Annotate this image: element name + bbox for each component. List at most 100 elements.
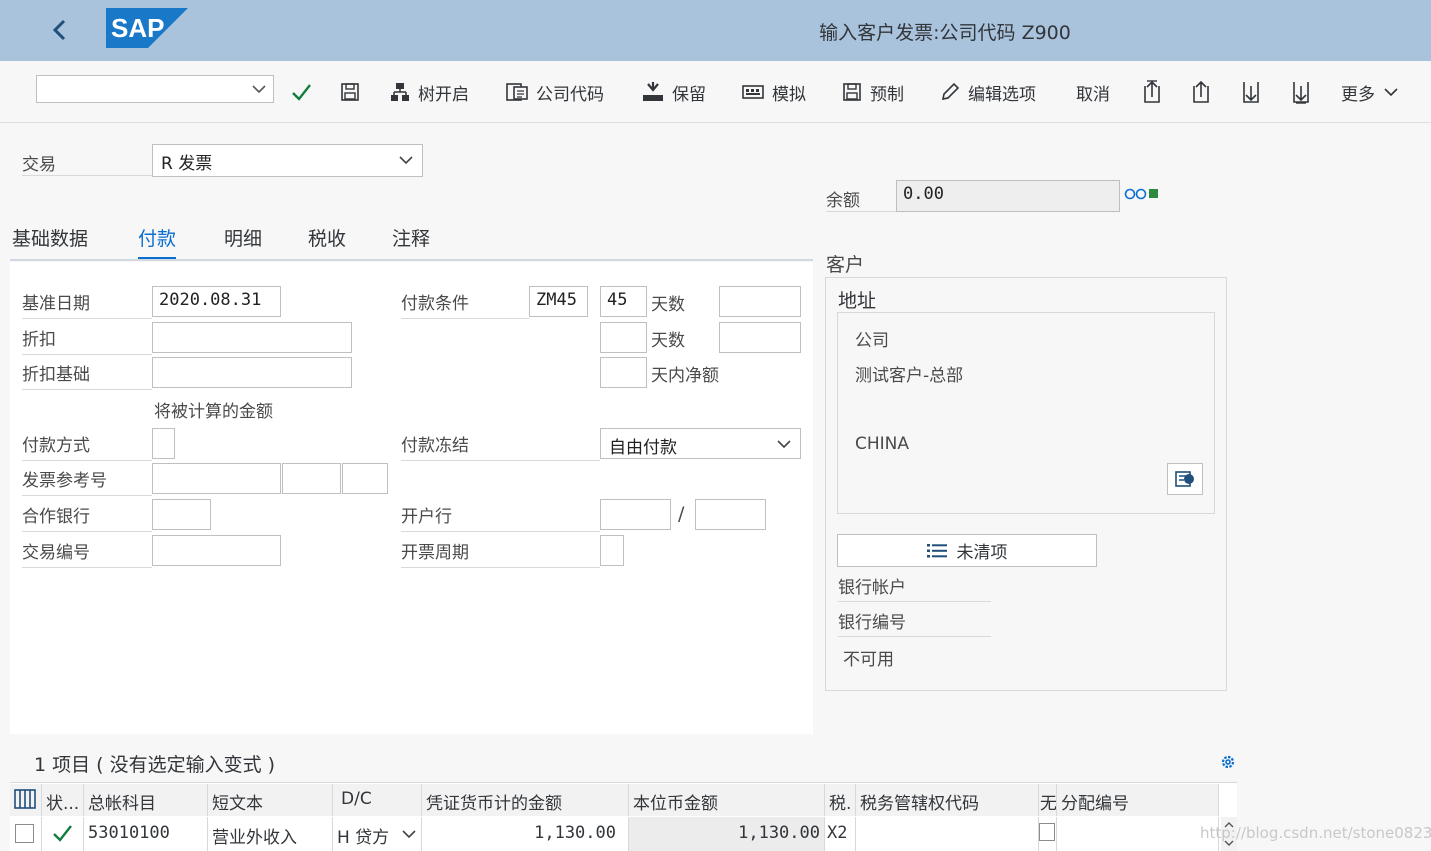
company-code-button[interactable]: 公司代码	[506, 79, 604, 105]
tab-tax[interactable]: 税收	[308, 224, 346, 260]
row-status-check-icon	[42, 817, 84, 851]
tab-payment[interactable]: 付款	[138, 224, 177, 260]
tab-basic-data[interactable]: 基础数据	[12, 224, 88, 260]
tab-divider	[10, 259, 813, 261]
transaction-label: 交易	[22, 146, 152, 176]
days2-field[interactable]	[600, 322, 647, 353]
baseline-date-field[interactable]: 2020.08.31	[152, 286, 281, 317]
discount-base-label: 折扣基础	[22, 360, 152, 390]
enter-button[interactable]	[290, 79, 312, 105]
simulate-button[interactable]: 模拟	[742, 79, 806, 105]
row-tax-code[interactable]: X2	[825, 817, 856, 851]
pencil-icon	[941, 82, 960, 101]
col-amount-local[interactable]: 本位币金额	[629, 784, 825, 816]
row-assignment[interactable]	[1057, 817, 1219, 851]
row-dc-value: H 贷方	[337, 828, 390, 848]
next-page-button[interactable]	[1240, 79, 1262, 105]
discount-field[interactable]	[152, 322, 352, 353]
house-bank-field[interactable]	[600, 499, 671, 530]
save-button[interactable]	[340, 79, 360, 105]
address-label: 地址	[838, 290, 877, 312]
chevron-down-icon	[1384, 88, 1398, 97]
settings-gear-icon[interactable]	[1219, 753, 1237, 776]
transaction-no-field[interactable]	[152, 535, 281, 566]
previous-page-button[interactable]	[1190, 79, 1212, 105]
next-page-icon	[1243, 82, 1259, 103]
chevron-down-icon[interactable]	[251, 78, 267, 104]
company-code-label: 公司代码	[536, 84, 604, 105]
open-items-button[interactable]: 未清项	[837, 534, 1097, 567]
percent2-field[interactable]	[719, 322, 801, 353]
partner-bank-field[interactable]	[152, 499, 211, 530]
items-title: 1 项目 ( 没有选定输入变式 )	[34, 754, 276, 776]
save-icon	[341, 83, 359, 101]
tab-details[interactable]: 明细	[224, 224, 262, 260]
company-code-icon	[506, 83, 528, 101]
row-amount-doc[interactable]: 1,130.00	[422, 817, 629, 851]
pay-method-field[interactable]	[152, 428, 175, 459]
park-button[interactable]: 预制	[842, 79, 904, 105]
tree-on-button[interactable]: 树开启	[390, 79, 469, 105]
customer-section-label: 客户	[826, 254, 865, 276]
terms-field[interactable]: ZM45	[529, 286, 588, 317]
select-all-columns-button[interactable]	[10, 784, 42, 816]
col-short-text[interactable]: 短文本	[208, 784, 333, 816]
check-icon	[292, 84, 311, 101]
invoice-ref-year-field[interactable]	[282, 463, 341, 494]
row-no-tax-checkbox[interactable]	[1039, 817, 1057, 851]
col-no-tax[interactable]: 无	[1039, 784, 1057, 816]
row-dc-select[interactable]: H 贷方	[333, 817, 422, 851]
tab-notes[interactable]: 注释	[392, 224, 430, 260]
discount-base-field[interactable]	[152, 357, 352, 388]
col-assignment[interactable]: 分配编号	[1057, 784, 1219, 816]
billing-period-field[interactable]	[600, 535, 624, 566]
row-short-text[interactable]: 营业外收入	[208, 817, 333, 851]
discount-label: 折扣	[22, 325, 152, 355]
address-details-icon	[1175, 471, 1194, 487]
house-bank-label: 开户行	[401, 502, 600, 532]
days2-label: 天数	[651, 331, 685, 351]
first-page-button[interactable]	[1141, 79, 1163, 105]
col-jurisdiction[interactable]: 税务管辖权代码	[856, 784, 1039, 816]
open-items-label: 未清项	[956, 543, 1008, 563]
pay-method-label: 付款方式	[22, 431, 152, 461]
col-dc[interactable]: D/C	[333, 784, 422, 816]
col-amount-doc[interactable]: 凭证货币计的金额	[422, 784, 629, 816]
last-page-button[interactable]	[1290, 79, 1312, 105]
invoice-ref-field[interactable]	[152, 463, 281, 494]
invoice-ref-item-field[interactable]	[342, 463, 388, 494]
chevron-down-icon	[401, 823, 417, 847]
customer-country: CHINA	[855, 434, 910, 454]
transaction-select[interactable]: R 发票	[152, 144, 423, 177]
hold-button[interactable]: 保留	[642, 79, 706, 105]
customer-title: 公司	[855, 331, 889, 351]
simulate-label: 模拟	[772, 84, 806, 105]
column-layout-icon	[14, 789, 36, 809]
row-amount-local: 1,130.00	[629, 817, 825, 851]
col-tax-code[interactable]: 税.	[825, 784, 856, 816]
payment-block-select[interactable]: 自由付款	[600, 428, 801, 459]
row-select-checkbox[interactable]	[10, 817, 42, 851]
more-label: 更多	[1341, 84, 1375, 105]
cancel-button[interactable]: 取消	[1076, 79, 1110, 105]
account-id-field[interactable]	[695, 499, 766, 530]
percent1-field[interactable]	[719, 286, 801, 317]
page-title: 输入客户发票:公司代码 Z900	[819, 22, 1071, 44]
address-details-button[interactable]	[1167, 463, 1203, 495]
row-jurisdiction[interactable]	[856, 817, 1039, 851]
col-status[interactable]: 状...	[42, 784, 84, 816]
balance-label: 余额	[826, 182, 896, 212]
command-field[interactable]	[36, 75, 274, 103]
edit-options-button[interactable]: 编辑选项	[940, 79, 1036, 105]
back-icon[interactable]	[48, 14, 72, 46]
days1-field[interactable]: 45	[600, 286, 647, 317]
net-days-field[interactable]	[600, 357, 647, 388]
col-gl-account[interactable]: 总帐科目	[84, 784, 208, 816]
transaction-no-label: 交易编号	[22, 538, 152, 568]
payment-block-value: 自由付款	[609, 438, 677, 458]
tree-on-label: 树开启	[418, 84, 469, 105]
transaction-value: R 发票	[161, 154, 213, 174]
more-button[interactable]: 更多	[1341, 79, 1399, 105]
svg-text:SAP: SAP	[111, 13, 164, 43]
row-gl-account[interactable]: 53010100	[84, 817, 208, 851]
